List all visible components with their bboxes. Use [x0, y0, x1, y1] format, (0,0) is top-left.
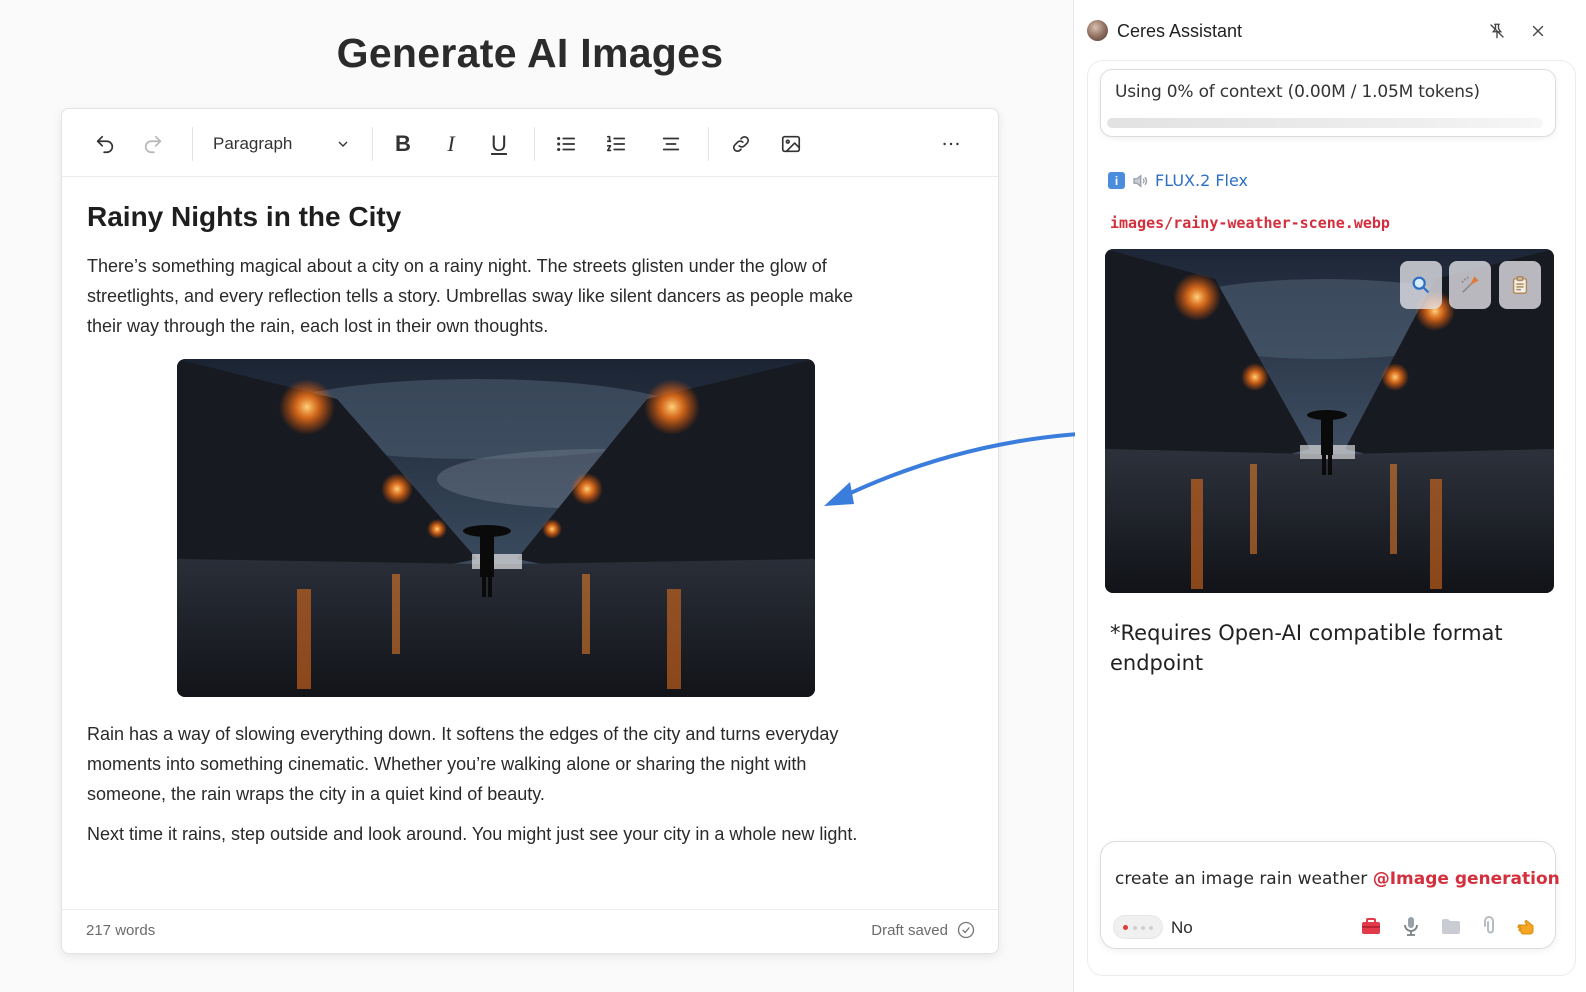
bold-icon: B [395, 131, 411, 156]
context-usage-text: Using 0% of context (0.00M / 1.05M token… [1115, 82, 1480, 102]
pointing-hand-icon [1517, 920, 1534, 935]
bold-button[interactable]: B [386, 127, 420, 161]
align-center-icon [662, 137, 680, 151]
clipboard-icon [1512, 276, 1528, 294]
word-count: 217 words [86, 922, 156, 939]
undo-button[interactable] [88, 127, 122, 161]
close-icon [1532, 25, 1544, 37]
assistant-title: Ceres Assistant [1117, 21, 1243, 41]
zoom-image-button[interactable] [1400, 261, 1442, 309]
chat-input[interactable]: create an image rain weather @Image gene… [1100, 841, 1560, 949]
model-info-row: i FLUX.2 Flex [1108, 171, 1248, 190]
draft-status-label: Draft saved [871, 921, 948, 939]
document-paragraph: Next time it rains, step outside and loo… [87, 824, 858, 844]
pin-icon [1490, 23, 1504, 39]
image-icon [781, 135, 801, 153]
numbered-list-button[interactable] [599, 127, 633, 161]
toggle-label: No [1171, 918, 1193, 937]
bullet-list-button[interactable] [549, 127, 583, 161]
speaker-icon[interactable] [1131, 172, 1149, 190]
voice-input-button[interactable] [1397, 912, 1425, 940]
toggle-dot [1149, 926, 1153, 930]
generated-file-path: images/rainy-weather-scene.webp [1110, 214, 1390, 232]
toolbox-icon [1362, 918, 1380, 934]
tools-button[interactable] [1357, 912, 1385, 940]
context-usage: Using 0% of context (0.00M / 1.05M token… [1100, 69, 1556, 137]
italic-icon: I [447, 131, 455, 156]
document-paragraph: Rain has a way of slowing everything dow… [87, 724, 839, 804]
block-type-select[interactable]: Paragraph [207, 127, 357, 161]
search-icon [1412, 276, 1430, 294]
insert-image-button[interactable] [774, 127, 808, 161]
microphone-icon [1404, 917, 1418, 936]
redo-button[interactable] [136, 127, 170, 161]
chat-input-value: create an image rain weather [1115, 869, 1373, 889]
mention-tag: @Image generation [1372, 869, 1560, 889]
undo-icon [96, 135, 114, 154]
assistant-header: Ceres Assistant [1075, 0, 1586, 60]
link-icon [732, 135, 750, 153]
document-paragraph: There’s something magical about a city o… [87, 256, 854, 336]
rainy-city-photo [177, 359, 815, 697]
bullet-list-icon [557, 136, 576, 152]
folder-icon [1442, 919, 1460, 934]
toolbar-divider [372, 127, 373, 161]
toggle-dot [1133, 926, 1137, 930]
assistant-conversation: Using 0% of context (0.00M / 1.05M token… [1087, 60, 1576, 976]
editor-toolbar: Paragraph B I U [62, 109, 998, 177]
toggle-switch[interactable] [1113, 915, 1163, 939]
toolbar-divider [534, 127, 535, 161]
document-heading: Rainy Nights in the City [87, 201, 402, 232]
attach-file-button[interactable] [1475, 912, 1503, 940]
more-icon [943, 142, 959, 146]
align-center-button[interactable] [654, 127, 688, 161]
rich-text-editor: Paragraph B I U Rainy Nights in the City… [61, 108, 999, 954]
edit-image-button[interactable] [1449, 261, 1491, 309]
embedded-rainy-city-image[interactable] [177, 359, 815, 697]
toolbar-divider [708, 127, 709, 161]
unpin-button[interactable] [1485, 19, 1509, 43]
assistant-avatar [1087, 20, 1108, 41]
generated-image[interactable] [1105, 249, 1554, 593]
italic-button[interactable]: I [434, 127, 468, 161]
page-title: Generate AI Images [336, 30, 724, 76]
underline-button[interactable]: U [482, 127, 516, 161]
toolbar-divider [192, 127, 193, 161]
toggle-dot [1141, 926, 1145, 930]
redo-icon [144, 135, 162, 154]
more-options-button[interactable] [934, 127, 968, 161]
attach-folder-button[interactable] [1437, 912, 1465, 940]
underline-icon: U [491, 131, 507, 156]
paperclip-icon [1484, 916, 1494, 934]
block-type-value: Paragraph [213, 134, 293, 153]
send-button[interactable] [1513, 912, 1541, 940]
edit-image-icon [1461, 276, 1479, 293]
chevron-down-icon [338, 141, 348, 147]
draft-status: Draft saved [871, 920, 976, 940]
chat-input-text[interactable]: create an image rain weather @Image gene… [1115, 869, 1560, 889]
toggle-indicator [1123, 925, 1128, 930]
document-content[interactable]: Rainy Nights in the City There’s somethi… [87, 201, 887, 849]
editor-area: Generate AI Images Paragraph B I U Rainy… [0, 0, 1134, 992]
model-name-link[interactable]: FLUX.2 Flex [1155, 171, 1248, 190]
check-circle-icon [957, 921, 975, 939]
info-icon[interactable]: i [1108, 172, 1125, 189]
editor-status-bar: 217 words Draft saved [62, 909, 998, 953]
link-button[interactable] [724, 127, 758, 161]
numbered-list-icon [606, 135, 626, 152]
requirement-note: *Requires Open-AI compatible format endp… [1110, 621, 1503, 675]
copy-image-button[interactable] [1499, 261, 1541, 309]
context-usage-bar [1107, 118, 1543, 128]
close-panel-button[interactable] [1526, 19, 1550, 43]
assistant-panel: Ceres Assistant Using 0% of context (0.0… [1075, 0, 1586, 992]
